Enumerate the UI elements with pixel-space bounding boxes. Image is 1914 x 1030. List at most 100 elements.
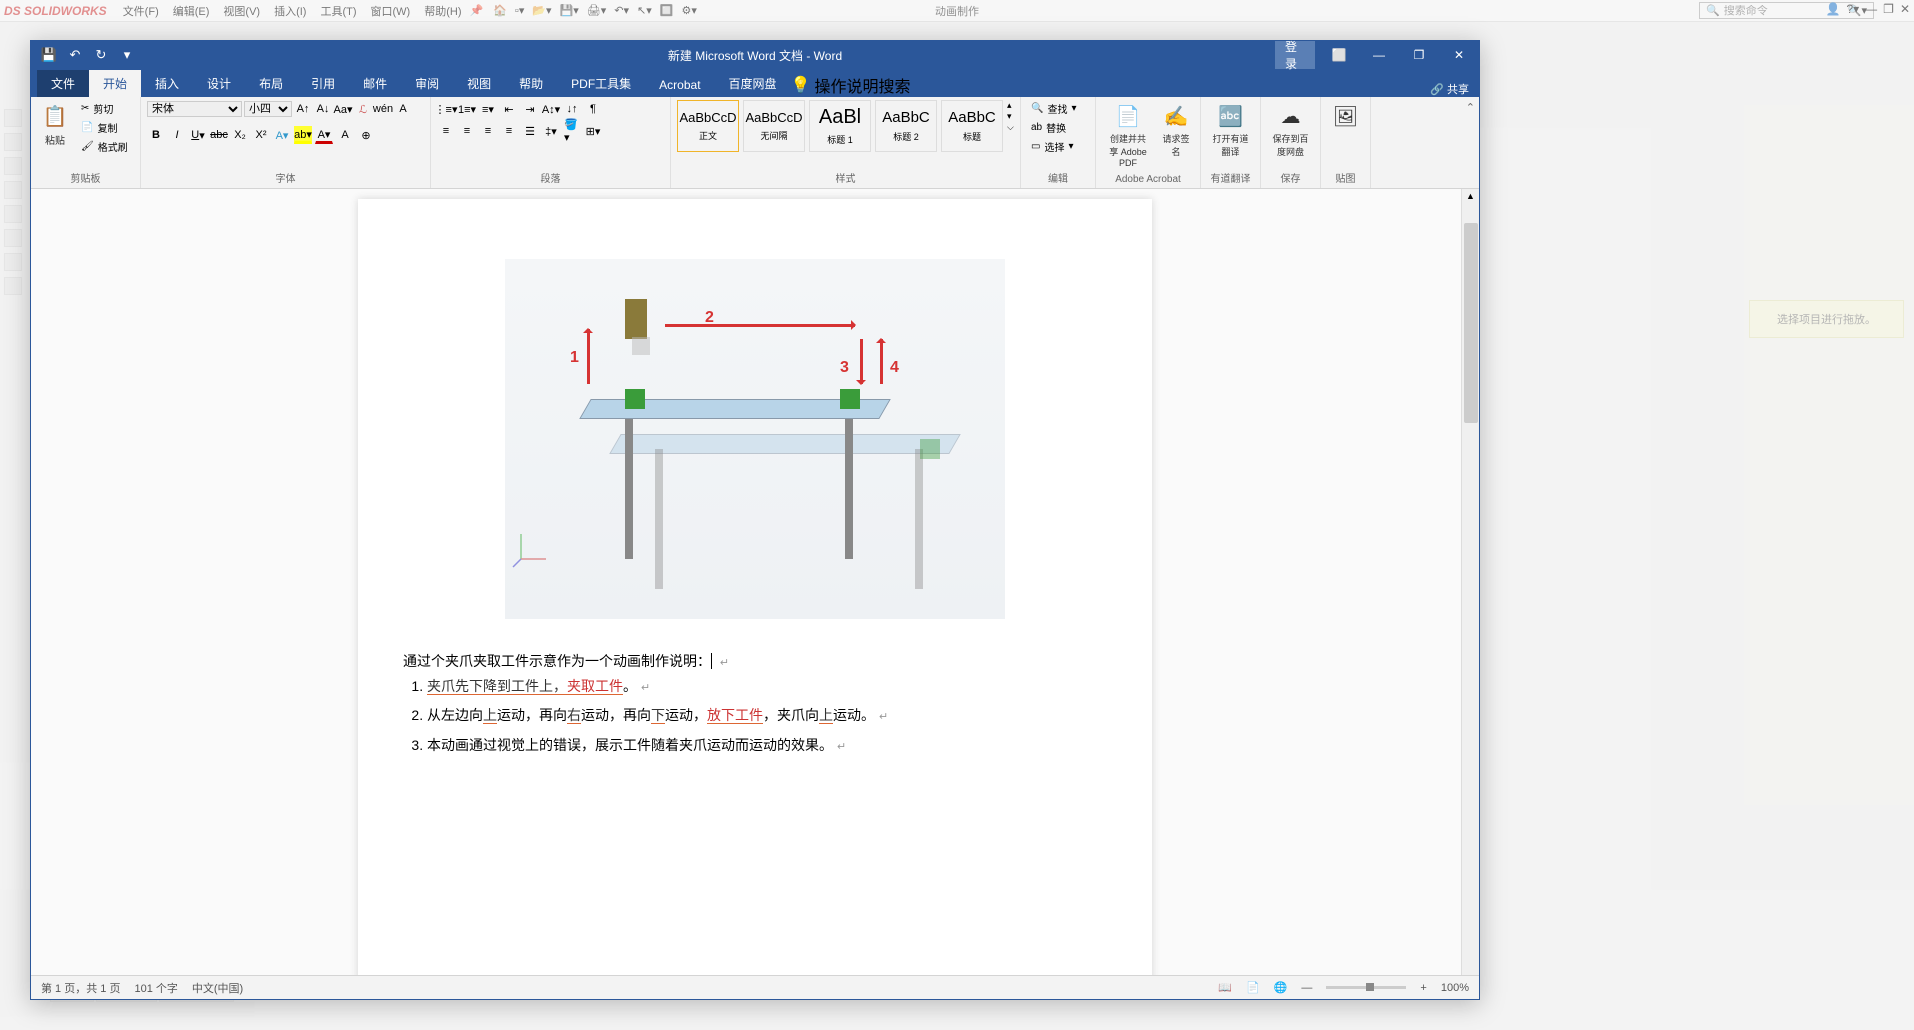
border-button[interactable]: ⊞▾ bbox=[584, 122, 602, 140]
word-close[interactable]: ✕ bbox=[1439, 41, 1479, 69]
sw-select-icon[interactable]: ↖▾ bbox=[637, 4, 652, 17]
char-shading-button[interactable]: A bbox=[336, 126, 354, 144]
baidu-save-button[interactable]: ☁保存到百度网盘 bbox=[1267, 100, 1314, 160]
style-nospacing[interactable]: AaBbCcD无间隔 bbox=[743, 100, 805, 152]
status-lang[interactable]: 中文(中国) bbox=[192, 980, 243, 996]
word-minimize[interactable]: — bbox=[1359, 41, 1399, 69]
sw-menu-pin-icon[interactable]: 📌 bbox=[470, 4, 484, 17]
tab-baidu[interactable]: 百度网盘 bbox=[715, 70, 791, 97]
show-marks-button[interactable]: ¶ bbox=[584, 100, 602, 118]
doc-inline-image[interactable]: 1 2 3 4 bbox=[505, 259, 1005, 619]
paste-button[interactable]: 📋 粘贴 bbox=[37, 100, 73, 149]
tab-mailings[interactable]: 邮件 bbox=[349, 70, 401, 97]
highlight-button[interactable]: ab▾ bbox=[294, 126, 312, 144]
sw-tb-icon[interactable] bbox=[4, 157, 22, 175]
line-spacing-button[interactable]: ‡▾ bbox=[542, 122, 560, 140]
sw-menu-view[interactable]: 视图(V) bbox=[217, 1, 266, 21]
zoom-in-button[interactable]: + bbox=[1420, 982, 1426, 994]
share-button[interactable]: 🔗 共享 bbox=[1430, 81, 1469, 97]
word-redo-icon[interactable]: ↻ bbox=[93, 47, 109, 63]
sw-user-icon[interactable]: 👤 bbox=[1826, 2, 1841, 16]
word-login-button[interactable]: 登录 bbox=[1275, 41, 1315, 69]
indent-inc-button[interactable]: ⇥ bbox=[521, 100, 539, 118]
align-left-button[interactable]: ≡ bbox=[437, 122, 455, 140]
tab-acrobat[interactable]: Acrobat bbox=[645, 73, 714, 97]
sw-menu-file[interactable]: 文件(F) bbox=[117, 1, 165, 21]
select-button[interactable]: ▭选择▾ bbox=[1027, 138, 1089, 155]
scroll-up-icon[interactable]: ▲ bbox=[1462, 189, 1479, 203]
style-title[interactable]: AaBbC标题 bbox=[941, 100, 1003, 152]
sw-menu-help[interactable]: 帮助(H) bbox=[418, 1, 467, 21]
sw-save-icon[interactable]: 💾▾ bbox=[560, 4, 579, 17]
align-right-button[interactable]: ≡ bbox=[479, 122, 497, 140]
sw-minimize[interactable]: — bbox=[1865, 2, 1877, 16]
view-web-icon[interactable]: 🌐 bbox=[1274, 981, 1288, 994]
view-print-icon[interactable]: 📄 bbox=[1246, 981, 1260, 994]
indent-dec-button[interactable]: ⇤ bbox=[500, 100, 518, 118]
clear-format-button[interactable]: ℒ bbox=[354, 100, 372, 118]
scroll-thumb[interactable] bbox=[1464, 223, 1478, 423]
sw-tb-icon[interactable] bbox=[4, 253, 22, 271]
replace-button[interactable]: ab替换 bbox=[1027, 119, 1089, 136]
align-distribute-button[interactable]: ☰ bbox=[521, 122, 539, 140]
sw-tb-icon[interactable] bbox=[4, 109, 22, 127]
word-scrollbar[interactable]: ▲ bbox=[1461, 189, 1479, 975]
status-page[interactable]: 第 1 页，共 1 页 bbox=[41, 980, 120, 996]
style-normal[interactable]: AaBbCcD正文 bbox=[677, 100, 739, 152]
view-read-icon[interactable]: 📖 bbox=[1218, 981, 1232, 994]
sw-undo-icon[interactable]: ↶▾ bbox=[614, 4, 629, 17]
cut-button[interactable]: ✂剪切 bbox=[77, 100, 132, 117]
word-document-area[interactable]: 1 2 3 4 通过个夹爪夹取工件示意作为一个动画制作说明： ↵ 夹爪先下降到工… bbox=[31, 189, 1479, 975]
ribbon-collapse-icon[interactable]: ⌃ bbox=[1466, 101, 1475, 114]
sw-help-icon[interactable]: ?▾ bbox=[1846, 2, 1859, 16]
style-heading2[interactable]: AaBbC标题 2 bbox=[875, 100, 937, 152]
tell-me-search[interactable]: 💡 操作说明搜索 bbox=[791, 73, 911, 97]
zoom-slider[interactable] bbox=[1326, 986, 1406, 989]
sw-menu-window[interactable]: 窗口(W) bbox=[365, 1, 417, 21]
sw-home-icon[interactable]: 🏠 bbox=[493, 4, 507, 17]
sw-new-icon[interactable]: ▫▾ bbox=[515, 4, 524, 17]
underline-button[interactable]: U▾ bbox=[189, 126, 207, 144]
zoom-out-button[interactable]: — bbox=[1301, 982, 1312, 994]
word-restore[interactable]: ❐ bbox=[1399, 41, 1439, 69]
tab-layout[interactable]: 布局 bbox=[245, 70, 297, 97]
font-name-select[interactable]: 宋体 bbox=[147, 101, 242, 117]
sw-print-icon[interactable]: 🖨▾ bbox=[587, 4, 607, 17]
adobe-sign-button[interactable]: ✍请求签名 bbox=[1158, 100, 1194, 160]
sw-menu-tools[interactable]: 工具(T) bbox=[314, 1, 362, 21]
sw-tb-icon[interactable] bbox=[4, 205, 22, 223]
adobe-create-button[interactable]: 📄创建并共享 Adobe PDF bbox=[1102, 100, 1154, 170]
bold-button[interactable]: B bbox=[147, 126, 165, 144]
tab-pdf-tools[interactable]: PDF工具集 bbox=[557, 70, 645, 97]
styles-gallery-more[interactable]: ▴▾⌵ bbox=[1007, 100, 1014, 133]
sw-tb-icon[interactable] bbox=[4, 181, 22, 199]
word-undo-icon[interactable]: ↶ bbox=[67, 47, 83, 63]
subscript-button[interactable]: X₂ bbox=[231, 126, 249, 144]
tab-design[interactable]: 设计 bbox=[193, 70, 245, 97]
asian-layout-button[interactable]: A↕▾ bbox=[542, 100, 560, 118]
sw-tb-icon[interactable] bbox=[4, 277, 22, 295]
superscript-button[interactable]: X² bbox=[252, 126, 270, 144]
format-painter-button[interactable]: 🖌格式刷 bbox=[77, 138, 132, 155]
tietu-button[interactable]: 🖼 bbox=[1327, 100, 1364, 132]
phonetic-button[interactable]: wén bbox=[374, 100, 392, 118]
tab-review[interactable]: 审阅 bbox=[401, 70, 453, 97]
shrink-font-button[interactable]: A↓ bbox=[314, 100, 332, 118]
doc-body-text[interactable]: 通过个夹爪夹取工件示意作为一个动画制作说明： ↵ 夹爪先下降到工件上，夹取工件。… bbox=[403, 649, 1107, 758]
sw-rebuild-icon[interactable]: 🔲 bbox=[660, 4, 674, 17]
font-size-select[interactable]: 小四 bbox=[244, 101, 292, 117]
char-border-button[interactable]: A bbox=[394, 100, 412, 118]
sw-restore[interactable]: ❐ bbox=[1883, 2, 1894, 16]
tab-references[interactable]: 引用 bbox=[297, 70, 349, 97]
text-effect-button[interactable]: A▾ bbox=[273, 126, 291, 144]
tab-view[interactable]: 视图 bbox=[453, 70, 505, 97]
align-center-button[interactable]: ≡ bbox=[458, 122, 476, 140]
sw-options-icon[interactable]: ⚙▾ bbox=[681, 4, 696, 17]
align-justify-button[interactable]: ≡ bbox=[500, 122, 518, 140]
status-words[interactable]: 101 个字 bbox=[134, 980, 177, 996]
word-qat-more-icon[interactable]: ▾ bbox=[119, 47, 135, 63]
font-color-button[interactable]: A▾ bbox=[315, 126, 333, 144]
strike-button[interactable]: abc bbox=[210, 126, 228, 144]
sw-tb-icon[interactable] bbox=[4, 229, 22, 247]
word-save-icon[interactable]: 💾 bbox=[41, 47, 57, 63]
